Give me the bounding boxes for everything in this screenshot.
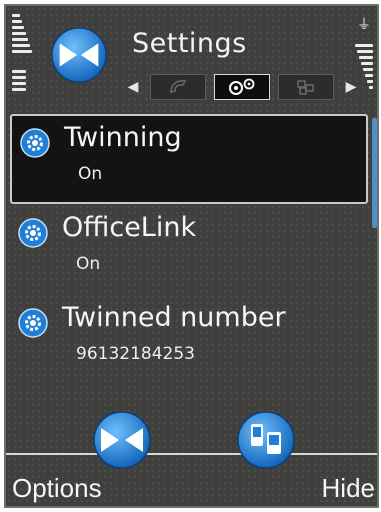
tab-settings[interactable] bbox=[214, 74, 270, 100]
twinning-app-icon bbox=[51, 27, 107, 83]
setting-label: OfficeLink bbox=[62, 212, 197, 243]
settings-gears-icon bbox=[229, 78, 255, 95]
setting-gear-icon bbox=[18, 218, 48, 248]
settings-list: Twinning On OfficeLink On Twinned number… bbox=[6, 114, 372, 384]
tab-phone[interactable] bbox=[150, 74, 206, 100]
page-title: Settings bbox=[132, 28, 247, 59]
charger-plug-icon: ⏚ bbox=[357, 17, 371, 33]
setting-value: On bbox=[76, 254, 101, 274]
blocks-icon bbox=[297, 80, 314, 95]
twinning-action-button[interactable] bbox=[92, 410, 152, 470]
list-item-officelink[interactable]: OfficeLink On bbox=[6, 204, 372, 294]
setting-gear-icon bbox=[18, 308, 48, 338]
phone-icon bbox=[170, 80, 187, 94]
tab-blocks[interactable] bbox=[278, 74, 334, 100]
setting-label: Twinned number bbox=[62, 302, 286, 333]
setting-value: 96132184253 bbox=[76, 344, 195, 364]
phone-screen: ⏚ Settings ◀ ▶ Twinning On OfficeLink On… bbox=[4, 4, 379, 508]
setting-value: On bbox=[78, 164, 103, 184]
setting-label: Twinning bbox=[64, 122, 182, 153]
signal-strength-icon bbox=[12, 14, 32, 94]
device-switch-button[interactable] bbox=[236, 410, 296, 470]
tab-strip: ◀ ▶ bbox=[124, 72, 360, 102]
scrollbar[interactable] bbox=[372, 118, 377, 228]
tab-right-arrow-icon[interactable]: ▶ bbox=[342, 76, 360, 98]
list-item-twinned-number[interactable]: Twinned number 96132184253 bbox=[6, 294, 372, 384]
setting-gear-icon bbox=[20, 128, 50, 158]
softkey-divider bbox=[6, 453, 377, 455]
hide-softkey[interactable]: Hide bbox=[322, 473, 375, 504]
list-item-twinning[interactable]: Twinning On bbox=[10, 114, 368, 204]
options-softkey[interactable]: Options bbox=[12, 473, 102, 504]
tab-left-arrow-icon[interactable]: ◀ bbox=[124, 76, 142, 98]
